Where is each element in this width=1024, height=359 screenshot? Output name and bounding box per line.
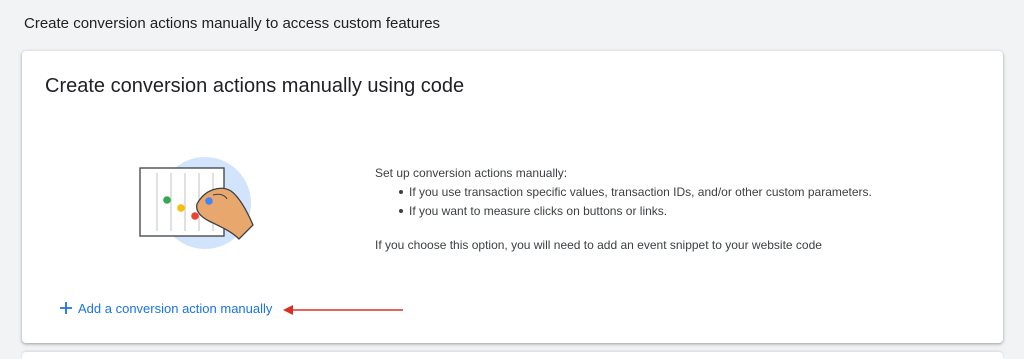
- description-intro: Set up conversion actions manually:: [375, 166, 568, 180]
- bullet-item: If you use transaction specific values, …: [399, 183, 975, 202]
- description-note: If you choose this option, you will need…: [375, 238, 822, 252]
- card-title: Create conversion actions manually using…: [45, 75, 465, 97]
- add-conversion-action-link[interactable]: Add a conversion action manually: [58, 300, 272, 316]
- manual-conversion-card: Create conversion actions manually using…: [22, 51, 1003, 343]
- section-heading: Create conversion actions manually to ac…: [24, 15, 441, 32]
- next-card-edge: [22, 352, 1003, 359]
- plus-icon: [60, 302, 72, 314]
- slider-knob-red: [191, 212, 199, 220]
- slider-knob-blue: [205, 197, 213, 205]
- add-conversion-action-label: Add a conversion action manually: [78, 300, 273, 316]
- description-bullets: If you use transaction specific values, …: [375, 183, 975, 221]
- description: Set up conversion actions manually: If y…: [375, 164, 975, 255]
- slider-knob-green: [163, 196, 171, 204]
- annotation-arrow: [283, 305, 403, 315]
- sliders-hand-illustration: [139, 157, 254, 249]
- slider-knob-yellow: [177, 204, 185, 212]
- bullet-item: If you want to measure clicks on buttons…: [399, 202, 975, 221]
